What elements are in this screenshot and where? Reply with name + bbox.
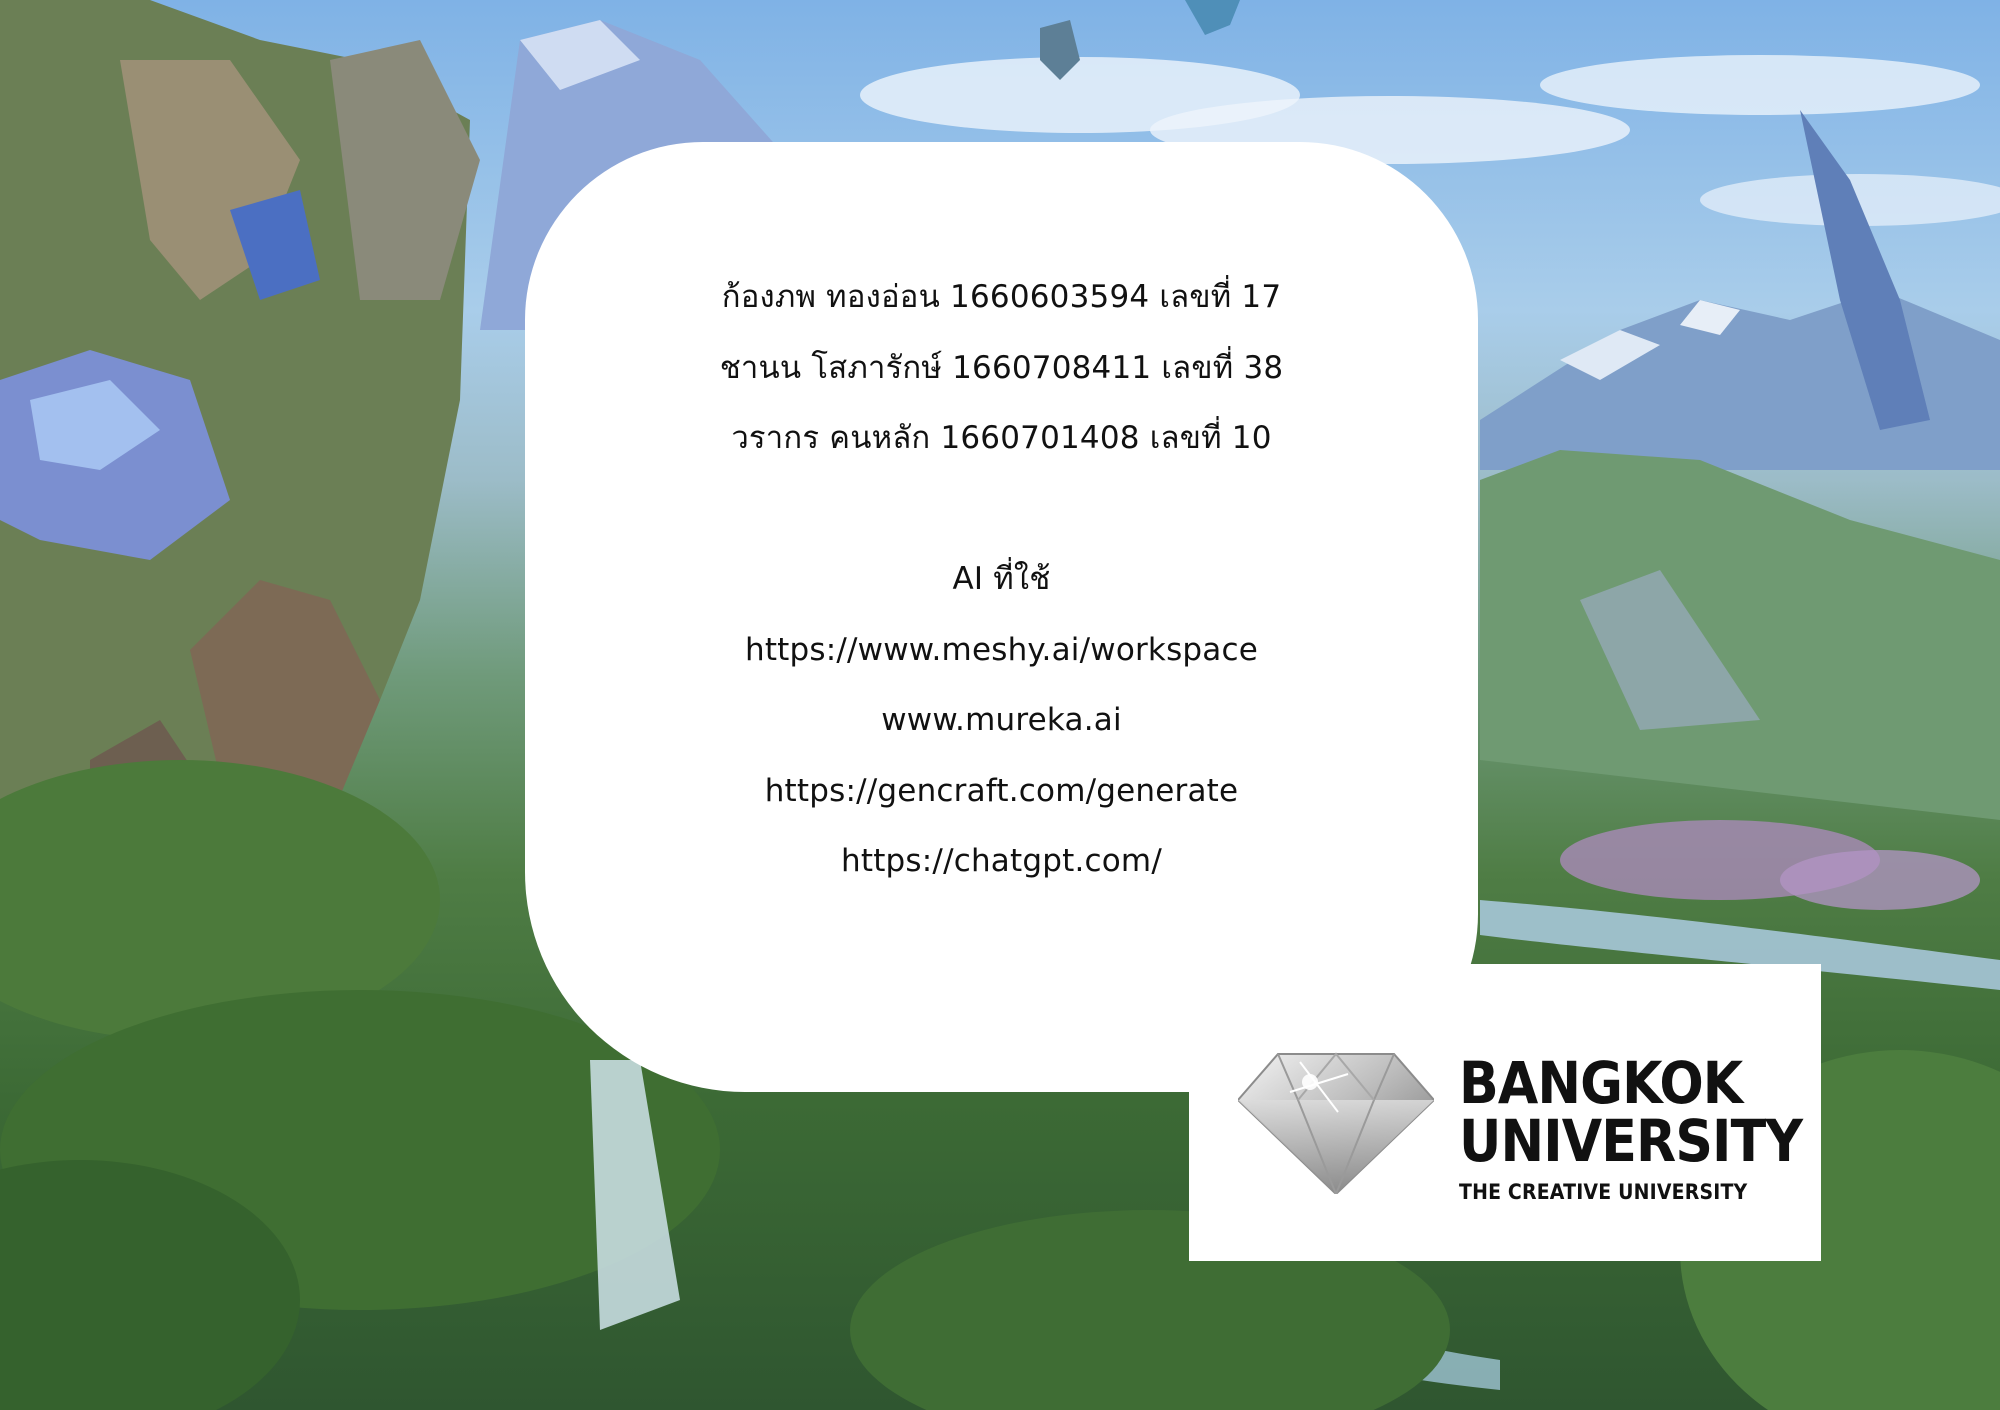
credits-text-block: ก้องภพ ทองอ่อน 1660603594 เลขที่ 17 ชานน… bbox=[525, 262, 1478, 897]
logo-tagline: THE CREATIVE UNIVERSITY bbox=[1459, 1180, 1748, 1204]
ai-heading: AI ที่ใช้ bbox=[952, 561, 1051, 597]
ai-link-chatgpt: https://chatgpt.com/ bbox=[841, 843, 1162, 879]
logo-line-bangkok: BANGKOK bbox=[1459, 1049, 1743, 1117]
member-line-1: ก้องภพ ทองอ่อน 1660603594 เลขที่ 17 bbox=[721, 279, 1282, 315]
ai-link-meshy: https://www.meshy.ai/workspace bbox=[744, 631, 1259, 668]
diamond-icon bbox=[1238, 1052, 1434, 1194]
university-logo-box: BANGKOK UNIVERSITY THE CREATIVE UNIVERSI… bbox=[1189, 964, 1821, 1261]
ai-link-gencraft: https://gencraft.com/generate bbox=[764, 772, 1239, 809]
university-wordmark: BANGKOK UNIVERSITY THE CREATIVE UNIVERSI… bbox=[1459, 1054, 1840, 1206]
member-line-2: ชานน โสภารักษ์ 1660708411 เลขที่ 38 bbox=[719, 349, 1284, 386]
ai-link-mureka: www.mureka.ai bbox=[881, 702, 1122, 738]
logo-line-university: UNIVERSITY bbox=[1459, 1107, 1803, 1175]
member-line-3: วรากร คนหลัก 1660701408 เลขที่ 10 bbox=[731, 420, 1272, 456]
